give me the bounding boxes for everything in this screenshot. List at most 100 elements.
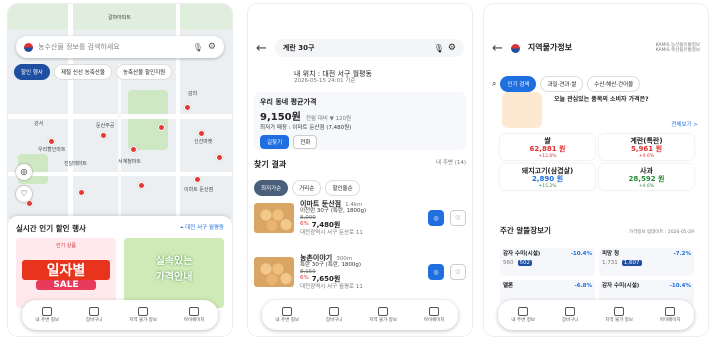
chip-subsidy[interactable]: 농축산물 할인지원	[115, 64, 173, 80]
tab-mypage[interactable]: 마이페이지	[184, 307, 205, 323]
location-info: 내 위치 : 대전 서구 월평동 2026-05-15 24:01 기준	[294, 70, 372, 85]
tab-prices[interactable]: 지역 물가 정보	[129, 307, 157, 323]
tab-mypage[interactable]: 마이페이지	[424, 307, 445, 323]
map-view[interactable]: 강서 우리할인마트 진달래마트 서계청마트 이마트 둔산점 신선마켓 둔산주공 …	[8, 4, 232, 219]
taegeuk-logo-icon	[510, 43, 520, 53]
map-label: 이마트 둔산점	[184, 187, 214, 193]
store-pin[interactable]	[184, 104, 191, 111]
shopper-illustration	[502, 92, 542, 128]
store-name: 농촌이야기	[300, 253, 333, 262]
call-button[interactable]: 전화	[293, 134, 318, 149]
gear-icon[interactable]: ⚙	[208, 42, 216, 52]
price-card[interactable]: 쌀 62,881 원 +12.6%	[500, 134, 595, 160]
cart-icon	[565, 307, 576, 316]
discount-rate: 6%	[300, 221, 309, 228]
tab-nearby[interactable]: 내 주변 정보	[275, 307, 299, 323]
search-value[interactable]: 계란 30구	[283, 44, 430, 52]
see-all-link[interactable]: 전체보기 >	[671, 122, 698, 129]
tab-cart[interactable]: 장바구니	[326, 307, 342, 323]
screen-regional-prices: ← 지역물가정보 KAMIS 농산물유통정보 KAMIS 축산물유통정보 ⌕ 인…	[484, 4, 708, 336]
search-input[interactable]: 농수산물 정보를 검색하세요	[38, 43, 188, 51]
location-label[interactable]: ⌖ 대전 서구 월평동	[180, 225, 224, 232]
map-icon	[378, 307, 389, 316]
map-icon	[614, 307, 625, 316]
sale-price: 7,650원	[311, 275, 341, 284]
tab-cart[interactable]: 장바구니	[562, 307, 578, 323]
map-label: 진달래마트	[64, 161, 88, 167]
result-item[interactable]: 농촌이야기 300m 특란 30구 (특란, 1800g) 8,150 6% 7,6…	[254, 254, 466, 290]
chip-seasonal[interactable]: 제철 신선 농축산물	[54, 64, 112, 80]
tab-nearby[interactable]: 내 주변 정보	[35, 307, 59, 323]
weekly-title: 주간 알뜰장보기	[500, 226, 551, 235]
route-button[interactable]: 길찾기	[260, 134, 290, 149]
product-image	[254, 203, 294, 233]
store-address: 대전광역시 서구 둔산로 11	[300, 229, 363, 236]
map-label: 둔산주공	[96, 123, 115, 129]
results-title: 찾기 결과	[254, 160, 287, 169]
header: ← 지역물가정보 KAMIS 농산물유통정보 KAMIS 축산물유통정보	[484, 32, 708, 64]
store-pin[interactable]	[198, 130, 205, 137]
sort-discount[interactable]: 할인율순	[325, 180, 360, 196]
save-icon[interactable]: ♡	[450, 210, 466, 226]
weekly-item[interactable]: 감자 수미(시설) -10.4% 560 502	[500, 248, 595, 276]
store-pin[interactable]	[194, 176, 201, 183]
mic-icon[interactable]: 🎙	[193, 43, 203, 52]
route-icon[interactable]: ◎	[428, 210, 444, 226]
chip-seafood[interactable]: 수산·해산·건어물	[587, 76, 641, 92]
tab-nearby[interactable]: 내 주변 정보	[511, 307, 535, 323]
home-icon	[282, 307, 293, 316]
search-bar[interactable]: 농수산물 정보를 검색하세요 🎙 ⚙	[16, 36, 224, 58]
bottom-tab-bar: 내 주변 정보 장바구니 지역 물가 정보 마이페이지	[498, 300, 694, 330]
user-icon	[429, 307, 440, 316]
chip-popular[interactable]: 인기 검색	[500, 76, 537, 92]
price-grid: 쌀 62,881 원 +12.6% 계란(특란) 5,961 원 +4.6% 돼지고기(…	[500, 134, 694, 190]
chip-fruit[interactable]: 과일·견과·쌀	[540, 76, 584, 92]
store-pin[interactable]	[216, 154, 223, 161]
store-pin[interactable]	[138, 182, 145, 189]
back-arrow-icon[interactable]: ←	[256, 41, 267, 56]
promo-poster-2[interactable]: 실속있는 가격안내	[124, 238, 224, 308]
map-label: 감리	[188, 91, 198, 97]
mic-icon[interactable]: 🎙	[434, 44, 444, 53]
bottom-sheet: 실시간 인기 할인 행사 ⌖ 대전 서구 월평동 인기 상품 일자별 SALE …	[8, 216, 232, 336]
locate-button[interactable]: ◎	[16, 164, 32, 180]
price-card[interactable]: 계란(특란) 5,961 원 +4.6%	[599, 134, 694, 160]
tab-cart[interactable]: 장바구니	[86, 307, 102, 323]
route-icon[interactable]: ◎	[428, 264, 444, 280]
sort-distance[interactable]: 거리순	[292, 180, 322, 196]
avg-price-card: 우리 동네 평균가격 9,150원 전월 대비 ▼ 120원 최저가 매장 : …	[254, 92, 466, 150]
search-icon[interactable]: ⌕	[492, 79, 496, 89]
save-icon[interactable]: ♡	[450, 264, 466, 280]
weekly-item[interactable]: 피망 청 -7.2% 1,731 1,607	[599, 248, 694, 276]
heart-button[interactable]: ♡	[16, 186, 32, 202]
store-pin[interactable]	[78, 189, 85, 196]
avg-title: 우리 동네 평균가격	[260, 98, 317, 106]
tab-prices[interactable]: 지역 물가 정보	[369, 307, 397, 323]
price-card[interactable]: 사과 28,592 원 +4.6%	[599, 164, 694, 190]
sheet-title: 실시간 인기 할인 행사	[16, 224, 86, 233]
gear-icon[interactable]: ⚙	[448, 43, 456, 53]
chip-discount-event[interactable]: 할인 행사	[14, 64, 50, 80]
screen-map: 강서 우리할인마트 진달래마트 서계청마트 이마트 둔산점 신선마켓 둔산주공 …	[8, 4, 232, 336]
promo-poster-1[interactable]: 인기 상품 일자별 SALE	[16, 238, 116, 308]
sort-lowest[interactable]: 최저가순	[254, 180, 289, 196]
avg-price: 9,150원	[260, 112, 301, 124]
home-icon	[42, 307, 53, 316]
weekly-updated: 가격정보 업데이트 : 2026-05-29	[628, 230, 694, 235]
map-label: 신선마켓	[194, 139, 213, 145]
store-pin[interactable]	[100, 132, 107, 139]
map-icon	[138, 307, 149, 316]
result-item[interactable]: 이마트 둔산점 1.4km 이천란 30구 (특란, 1800g) 8,000 6…	[254, 200, 466, 236]
price-card[interactable]: 돼지고기(삼겹살) 2,890 원 +15.2%	[500, 164, 595, 190]
sort-filters: 최저가순 거리순 할인율순	[254, 180, 360, 196]
store-pin[interactable]	[48, 138, 55, 145]
back-arrow-icon[interactable]: ←	[492, 41, 503, 56]
cart-icon	[329, 307, 340, 316]
page-title: 지역물가정보	[527, 43, 573, 53]
store-pin[interactable]	[158, 124, 165, 131]
tab-prices[interactable]: 지역 물가 정보	[605, 307, 633, 323]
source-2: KAMIS 축산물유통정보	[655, 48, 700, 53]
store-pin[interactable]	[130, 146, 137, 153]
tab-mypage[interactable]: 마이페이지	[660, 307, 681, 323]
search-field[interactable]: 계란 30구 🎙 ⚙	[274, 39, 464, 57]
